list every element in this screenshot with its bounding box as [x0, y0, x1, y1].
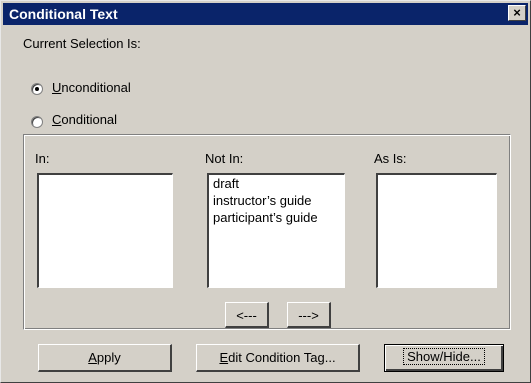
- title-bar[interactable]: Conditional Text ×: [3, 3, 528, 25]
- list-item[interactable]: draft: [209, 175, 344, 192]
- in-listbox[interactable]: [37, 173, 173, 288]
- close-icon: ×: [513, 5, 521, 20]
- current-selection-label: Current Selection Is:: [23, 36, 141, 51]
- apply-button[interactable]: Apply: [38, 344, 172, 372]
- show-hide-button[interactable]: Show/Hide...: [384, 344, 504, 372]
- conditional-radio[interactable]: [31, 116, 43, 128]
- unconditional-radio[interactable]: [31, 83, 43, 95]
- unconditional-label[interactable]: Unconditional: [52, 80, 131, 95]
- list-item[interactable]: instructor’s guide: [209, 192, 344, 209]
- close-button[interactable]: ×: [508, 5, 526, 21]
- conditional-label[interactable]: Conditional: [52, 112, 117, 127]
- edit-condition-tag-button[interactable]: Edit Condition Tag...: [196, 344, 360, 372]
- move-right-button[interactable]: --->: [287, 302, 331, 328]
- move-left-button[interactable]: <---: [225, 302, 269, 328]
- conditional-text-dialog: Conditional Text × Current Selection Is:…: [0, 0, 531, 383]
- not-in-list-label: Not In:: [205, 151, 244, 166]
- list-item[interactable]: participant’s guide: [209, 209, 344, 226]
- as-is-listbox[interactable]: [376, 173, 497, 288]
- dialog-title: Conditional Text: [9, 6, 118, 22]
- not-in-listbox[interactable]: draft instructor’s guide participant’s g…: [207, 173, 345, 288]
- in-list-label: In:: [35, 151, 50, 166]
- as-is-list-label: As Is:: [374, 151, 407, 166]
- radio-selected-dot: [35, 87, 39, 91]
